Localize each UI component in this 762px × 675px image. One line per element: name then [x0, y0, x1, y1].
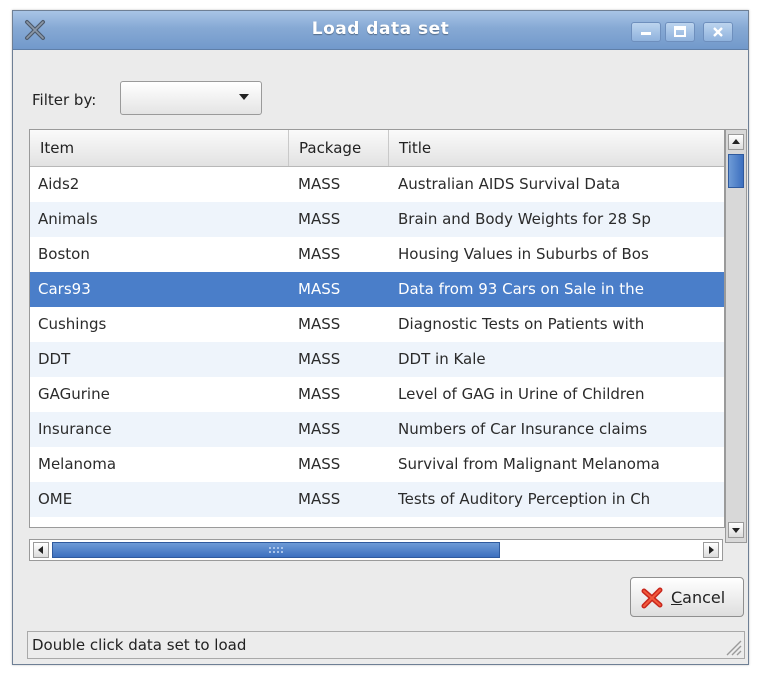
cell-title: Housing Values in Suburbs of Bos — [398, 245, 649, 263]
table-row[interactable]: Cushings MASS Diagnostic Tests on Patien… — [30, 307, 724, 342]
arrow-left-icon — [38, 546, 43, 554]
filter-label: Filter by: — [32, 91, 97, 109]
cell-title: Australian AIDS Survival Data — [398, 175, 621, 193]
cancel-label-rest: ancel — [682, 588, 726, 607]
cell-package: MASS — [298, 280, 341, 298]
table-row[interactable]: Animals MASS Brain and Body Weights for … — [30, 202, 724, 237]
cancel-mnemonic: C — [671, 588, 683, 607]
filter-dropdown[interactable] — [120, 81, 262, 115]
resize-grip-icon[interactable] — [722, 636, 742, 656]
scroll-up-button[interactable] — [728, 134, 744, 150]
table-row[interactable]: GAGurine MASS Level of GAG in Urine of C… — [30, 377, 724, 412]
cell-item: Animals — [38, 210, 98, 228]
minimize-icon — [641, 32, 651, 35]
close-button[interactable] — [703, 22, 733, 42]
vertical-scrollbar[interactable] — [725, 129, 747, 543]
cell-item: GAGurine — [38, 385, 110, 403]
cell-item: Boston — [38, 245, 90, 263]
arrow-right-icon — [709, 546, 714, 554]
cell-package: MASS — [298, 385, 341, 403]
close-icon — [713, 27, 723, 37]
column-header-package[interactable]: Package — [289, 130, 389, 166]
cell-title: Tests of Auditory Perception in Ch — [398, 490, 651, 508]
cell-package: MASS — [298, 210, 341, 228]
cell-title: Level of GAG in Urine of Children — [398, 385, 645, 403]
cancel-label: Cancel — [671, 588, 725, 607]
cell-item: DDT — [38, 350, 71, 368]
table-row[interactable]: Insurance MASS Numbers of Car Insurance … — [30, 412, 724, 447]
cell-item: Melanoma — [38, 455, 117, 473]
cell-package: MASS — [298, 175, 341, 193]
cell-item: Cushings — [38, 315, 107, 333]
scroll-right-button[interactable] — [703, 542, 719, 558]
horizontal-scrollbar[interactable] — [29, 539, 723, 561]
table-row[interactable]: Melanoma MASS Survival from Malignant Me… — [30, 447, 724, 482]
red-x-icon — [641, 587, 663, 609]
vertical-scroll-thumb[interactable] — [728, 154, 744, 188]
cell-item: Insurance — [38, 420, 112, 438]
table-header: Item Package Title — [30, 130, 724, 167]
scroll-down-button[interactable] — [728, 522, 744, 538]
column-header-title[interactable]: Title — [389, 130, 724, 166]
arrow-down-icon — [732, 528, 740, 533]
cell-package: MASS — [298, 455, 341, 473]
column-header-item[interactable]: Item — [30, 130, 289, 166]
table-row-selected[interactable]: Cars93 MASS Data from 93 Cars on Sale in… — [30, 272, 724, 307]
minimize-button[interactable] — [631, 22, 661, 42]
table-row[interactable]: Boston MASS Housing Values in Suburbs of… — [30, 237, 724, 272]
status-text: Double click data set to load — [32, 636, 247, 654]
cell-package: MASS — [298, 490, 341, 508]
cell-package: MASS — [298, 350, 341, 368]
cell-title: Diagnostic Tests on Patients with — [398, 315, 645, 333]
cell-package: MASS — [298, 315, 341, 333]
cell-title: DDT in Kale — [398, 350, 486, 368]
cancel-button[interactable]: Cancel — [630, 577, 744, 617]
grip-icon — [269, 547, 283, 553]
table-row[interactable]: OME MASS Tests of Auditory Perception in… — [30, 482, 724, 517]
table-row[interactable]: Aids2 MASS Australian AIDS Survival Data — [30, 167, 724, 202]
cell-item: Aids2 — [38, 175, 80, 193]
cell-title: Brain and Body Weights for 28 Sp — [398, 210, 651, 228]
filter-value — [125, 86, 225, 110]
dataset-table[interactable]: Item Package Title Aids2 MASS Australian… — [29, 129, 725, 528]
cell-item: Cars93 — [38, 280, 91, 298]
load-data-set-dialog: Load data set Filter by: Item Package Ti… — [12, 10, 749, 665]
cell-item: OME — [38, 490, 73, 508]
horizontal-scroll-thumb[interactable] — [52, 542, 500, 558]
arrow-up-icon — [732, 139, 740, 144]
maximize-button[interactable] — [665, 22, 695, 42]
status-bar: Double click data set to load — [27, 631, 745, 659]
cell-title: Data from 93 Cars on Sale in the — [398, 280, 644, 298]
chevron-down-icon — [239, 94, 249, 100]
table-row[interactable]: DDT MASS DDT in Kale — [30, 342, 724, 377]
title-bar[interactable]: Load data set — [13, 11, 748, 50]
cell-package: MASS — [298, 420, 341, 438]
scroll-left-button[interactable] — [33, 542, 49, 558]
cell-package: MASS — [298, 245, 341, 263]
cell-title: Survival from Malignant Melanoma — [398, 455, 660, 473]
maximize-icon — [674, 26, 686, 37]
cell-title: Numbers of Car Insurance claims — [398, 420, 648, 438]
